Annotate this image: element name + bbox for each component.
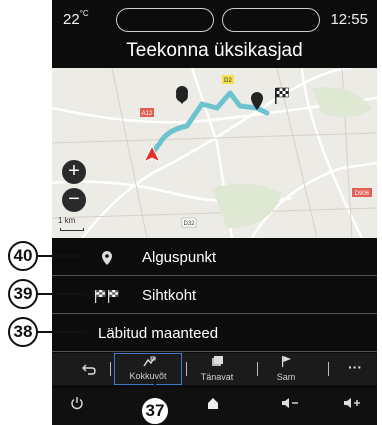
- list-item-label: Alguspunkt: [142, 249, 217, 266]
- tab-streets[interactable]: Tänavat: [194, 353, 240, 385]
- list-item-destination[interactable]: Sihtkoht: [52, 276, 377, 314]
- svg-text:A12: A12: [142, 111, 153, 117]
- volume-down-button[interactable]: [276, 396, 306, 416]
- location-pin-icon: [102, 251, 112, 265]
- callout-leader: [34, 255, 86, 257]
- back-arrow-icon: [82, 364, 96, 375]
- more-icon: ···: [348, 359, 362, 375]
- list-item-label: Läbitud maanteed: [98, 325, 219, 342]
- infotainment-screen: 22°C 12:55 Teekonna üksikasjad D2 A12 D3…: [52, 0, 377, 425]
- callout-38: 38: [8, 317, 38, 347]
- status-bar: 22°C 12:55: [52, 0, 377, 38]
- temperature: 22°C: [63, 9, 89, 28]
- tab-similar[interactable]: Sam: [266, 353, 306, 385]
- callout-37: 37: [140, 396, 170, 425]
- streets-icon: [212, 356, 223, 366]
- svg-text:D906: D906: [355, 191, 370, 197]
- tab-bar: Kokkuvõt Tänavat Sam ···: [52, 353, 377, 385]
- route-details-list: Alguspunkt Sihtkoht Läbitud maanteed: [52, 238, 377, 352]
- status-widget-left[interactable]: [116, 8, 214, 32]
- back-button[interactable]: [72, 353, 106, 385]
- tab-summary[interactable]: Kokkuvõt: [114, 353, 182, 385]
- bottom-bar: [52, 388, 377, 425]
- callout-40: 40: [8, 241, 38, 271]
- volume-down-icon: [282, 398, 298, 408]
- route-map[interactable]: D2 A12 D32 D906 + − 1 km: [52, 68, 377, 238]
- status-widget-right[interactable]: [222, 8, 320, 32]
- destination-flag-icon: [275, 87, 289, 104]
- power-icon: [71, 397, 83, 410]
- checkered-flags-icon: [95, 290, 119, 303]
- power-button[interactable]: [62, 396, 92, 416]
- page-title: Teekonna üksikasjad: [126, 40, 303, 61]
- callout-leader: [34, 293, 86, 295]
- map-scale: 1 km: [58, 216, 90, 234]
- callout-leader: [34, 331, 86, 333]
- zoom-out-button[interactable]: −: [62, 188, 86, 212]
- waypoint-pin-icon: [175, 86, 188, 104]
- svg-text:D32: D32: [183, 221, 195, 227]
- more-button[interactable]: ···: [338, 353, 372, 385]
- home-button[interactable]: [198, 396, 228, 416]
- list-item-roads-travelled[interactable]: Läbitud maanteed: [52, 314, 377, 352]
- zoom-in-button[interactable]: +: [62, 160, 86, 184]
- route-line: [147, 90, 270, 159]
- volume-up-icon: [344, 398, 360, 408]
- clock: 12:55: [330, 11, 368, 28]
- list-item-start-point[interactable]: Alguspunkt: [52, 238, 377, 276]
- svg-text:D2: D2: [224, 78, 232, 84]
- list-item-label: Sihtkoht: [142, 287, 197, 304]
- volume-up-button[interactable]: [338, 396, 368, 416]
- home-icon: [208, 398, 218, 409]
- callout-39: 39: [8, 279, 38, 309]
- flag-icon: [282, 356, 291, 367]
- route-summary-icon: [143, 356, 156, 367]
